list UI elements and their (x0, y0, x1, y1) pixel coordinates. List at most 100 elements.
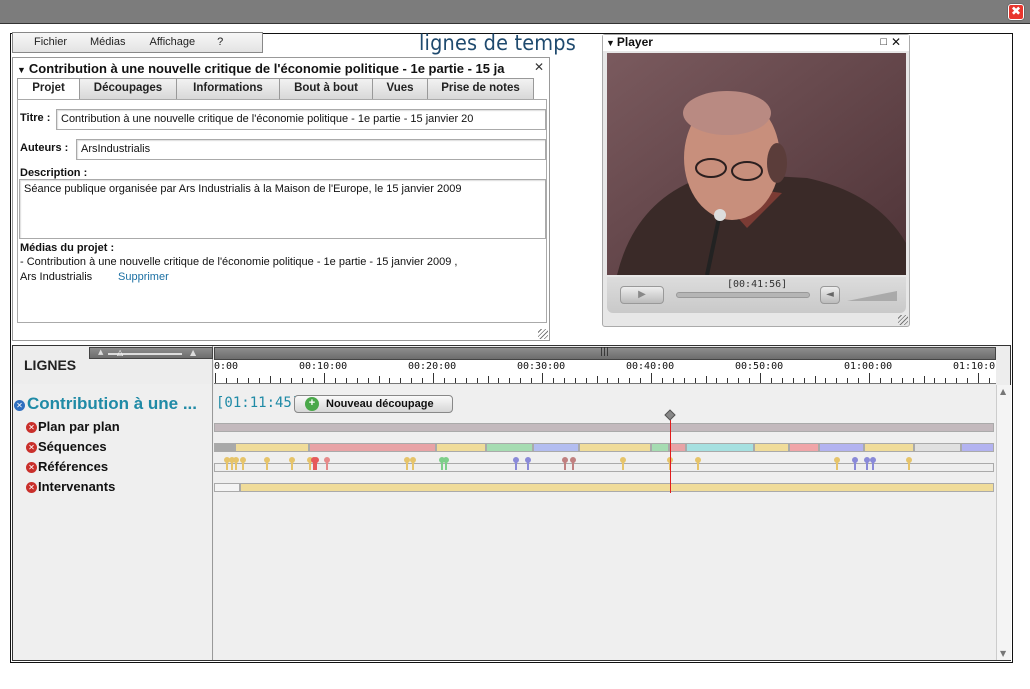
reference-pin-head[interactable] (870, 457, 876, 463)
player-panel: ▼ Player □ ✕ [00:41:56] ▶ ◄ (602, 34, 910, 327)
plan-bar[interactable] (214, 423, 994, 432)
zoom-slider[interactable]: ▲ △ ▲ (89, 347, 213, 359)
track-sequences[interactable]: Séquences (38, 439, 107, 454)
remove-track-icon[interactable]: ✕ (26, 442, 37, 453)
tab-prise-de-notes[interactable]: Prise de notes (427, 78, 534, 99)
sequence-segment[interactable] (214, 443, 235, 452)
seek-slider[interactable] (676, 292, 810, 298)
reference-pin-head[interactable] (834, 457, 840, 463)
reference-pin-head[interactable] (570, 457, 576, 463)
sequence-segment[interactable] (819, 443, 864, 452)
ruler-tick (738, 378, 740, 383)
menu-medias[interactable]: Médias (90, 33, 125, 52)
scroll-down-icon[interactable]: ▼ (1000, 649, 1006, 658)
sequence-segment[interactable] (669, 443, 686, 452)
menu-help[interactable]: ? (217, 33, 223, 52)
remove-project-icon[interactable]: ✕ (14, 400, 25, 411)
tab-decoupages[interactable]: Découpages (79, 78, 177, 99)
reference-pin-head[interactable] (233, 457, 239, 463)
reference-pin-head[interactable] (562, 457, 568, 463)
reference-pin-head[interactable] (620, 457, 626, 463)
ruler-tick (879, 378, 881, 383)
reference-pin-head[interactable] (525, 457, 531, 463)
ruler-tick (236, 378, 238, 383)
sequence-segment[interactable] (533, 443, 579, 452)
remove-track-icon[interactable]: ✕ (26, 462, 37, 473)
intervenants-bar[interactable] (240, 483, 994, 492)
close-app-icon[interactable]: ✖ (1008, 4, 1024, 20)
resize-grip-icon[interactable] (898, 315, 908, 325)
sequence-segment[interactable] (961, 443, 994, 452)
reference-pin-head[interactable] (695, 457, 701, 463)
reference-pin-head[interactable] (313, 457, 319, 463)
remove-track-icon[interactable]: ✕ (26, 482, 37, 493)
track-plan-par-plan[interactable]: Plan par plan (38, 419, 120, 434)
new-cut-button[interactable]: + Nouveau découpage (294, 395, 453, 413)
volume-icon[interactable]: ◄ (820, 286, 840, 304)
tab-vues[interactable]: Vues (372, 78, 428, 99)
ruler-tick (934, 378, 936, 383)
zoom-out-icon[interactable]: ▲ (98, 348, 103, 356)
sequence-segment[interactable] (686, 443, 754, 452)
menu-affichage[interactable]: Affichage (149, 33, 195, 52)
reference-pin-head[interactable] (410, 457, 416, 463)
maximize-icon[interactable]: □ (880, 36, 887, 48)
reference-pin-head[interactable] (513, 457, 519, 463)
zoom-in-icon[interactable]: ▲ (190, 348, 196, 357)
sequence-segment[interactable] (754, 443, 789, 452)
description-field[interactable]: Séance publique organisée par Ars Indust… (19, 179, 546, 239)
reference-pin-head[interactable] (852, 457, 858, 463)
play-button[interactable]: ▶ (620, 286, 664, 304)
menu-fichier[interactable]: Fichier (34, 33, 67, 52)
tab-projet[interactable]: Projet (17, 78, 80, 100)
close-panel-icon[interactable]: ✕ (534, 60, 544, 74)
track-area[interactable]: [01:11:45] + Nouveau découpage (214, 385, 996, 660)
collapse-triangle-icon[interactable]: ▼ (606, 38, 615, 48)
titre-label: Titre : (20, 112, 51, 124)
ruler-tick (531, 378, 533, 383)
reference-pin-head[interactable] (906, 457, 912, 463)
tab-informations[interactable]: Informations (176, 78, 280, 99)
close-icon[interactable]: ✕ (891, 35, 901, 49)
reference-pin-head[interactable] (443, 457, 449, 463)
lines-label: LIGNES (24, 357, 77, 373)
timeline-hscroll[interactable]: ||| (214, 347, 996, 360)
intervenants-empty[interactable] (214, 483, 240, 492)
titre-field[interactable]: Contribution à une nouvelle critique de … (56, 109, 546, 130)
volume-slider[interactable] (847, 290, 899, 302)
sequence-segment[interactable] (486, 443, 533, 452)
sequence-segment[interactable] (579, 443, 651, 452)
reference-pin-head[interactable] (264, 457, 270, 463)
resize-grip-icon[interactable] (538, 329, 548, 339)
track-references[interactable]: Références (38, 459, 108, 474)
timeline-vscroll[interactable]: ▲ ▼ (996, 385, 1011, 660)
ruler-tick (847, 378, 849, 383)
sequence-segment[interactable] (789, 443, 819, 452)
reference-pin-head[interactable] (324, 457, 330, 463)
track-intervenants[interactable]: Intervenants (38, 479, 115, 494)
tab-bout-a-bout[interactable]: Bout à bout (279, 78, 373, 99)
sequence-segment[interactable] (651, 443, 669, 452)
sequence-segment[interactable] (864, 443, 914, 452)
sequence-segment[interactable] (309, 443, 436, 452)
scroll-up-icon[interactable]: ▲ (1000, 387, 1006, 396)
delete-media-link[interactable]: Supprimer (118, 271, 169, 283)
reference-pin-head[interactable] (240, 457, 246, 463)
playhead[interactable] (670, 414, 671, 493)
auteurs-field[interactable]: ArsIndustrialis (76, 139, 546, 160)
ruler-tick (672, 378, 674, 383)
ruler-tick (269, 376, 271, 383)
sequence-segment[interactable] (436, 443, 486, 452)
remove-track-icon[interactable]: ✕ (26, 422, 37, 433)
reference-pin-head[interactable] (289, 457, 295, 463)
playhead-handle[interactable] (664, 409, 676, 421)
scroll-handle-icon[interactable]: ||| (600, 347, 609, 357)
sequence-segment[interactable] (235, 443, 309, 452)
ruler-tick (890, 378, 892, 383)
collapse-triangle-icon[interactable]: ▼ (17, 65, 26, 75)
references-baseline[interactable] (214, 463, 994, 472)
zoom-handle[interactable]: △ (117, 348, 123, 357)
video-frame[interactable] (607, 53, 906, 275)
sequence-segment[interactable] (914, 443, 961, 452)
ruler-tick (542, 373, 543, 383)
